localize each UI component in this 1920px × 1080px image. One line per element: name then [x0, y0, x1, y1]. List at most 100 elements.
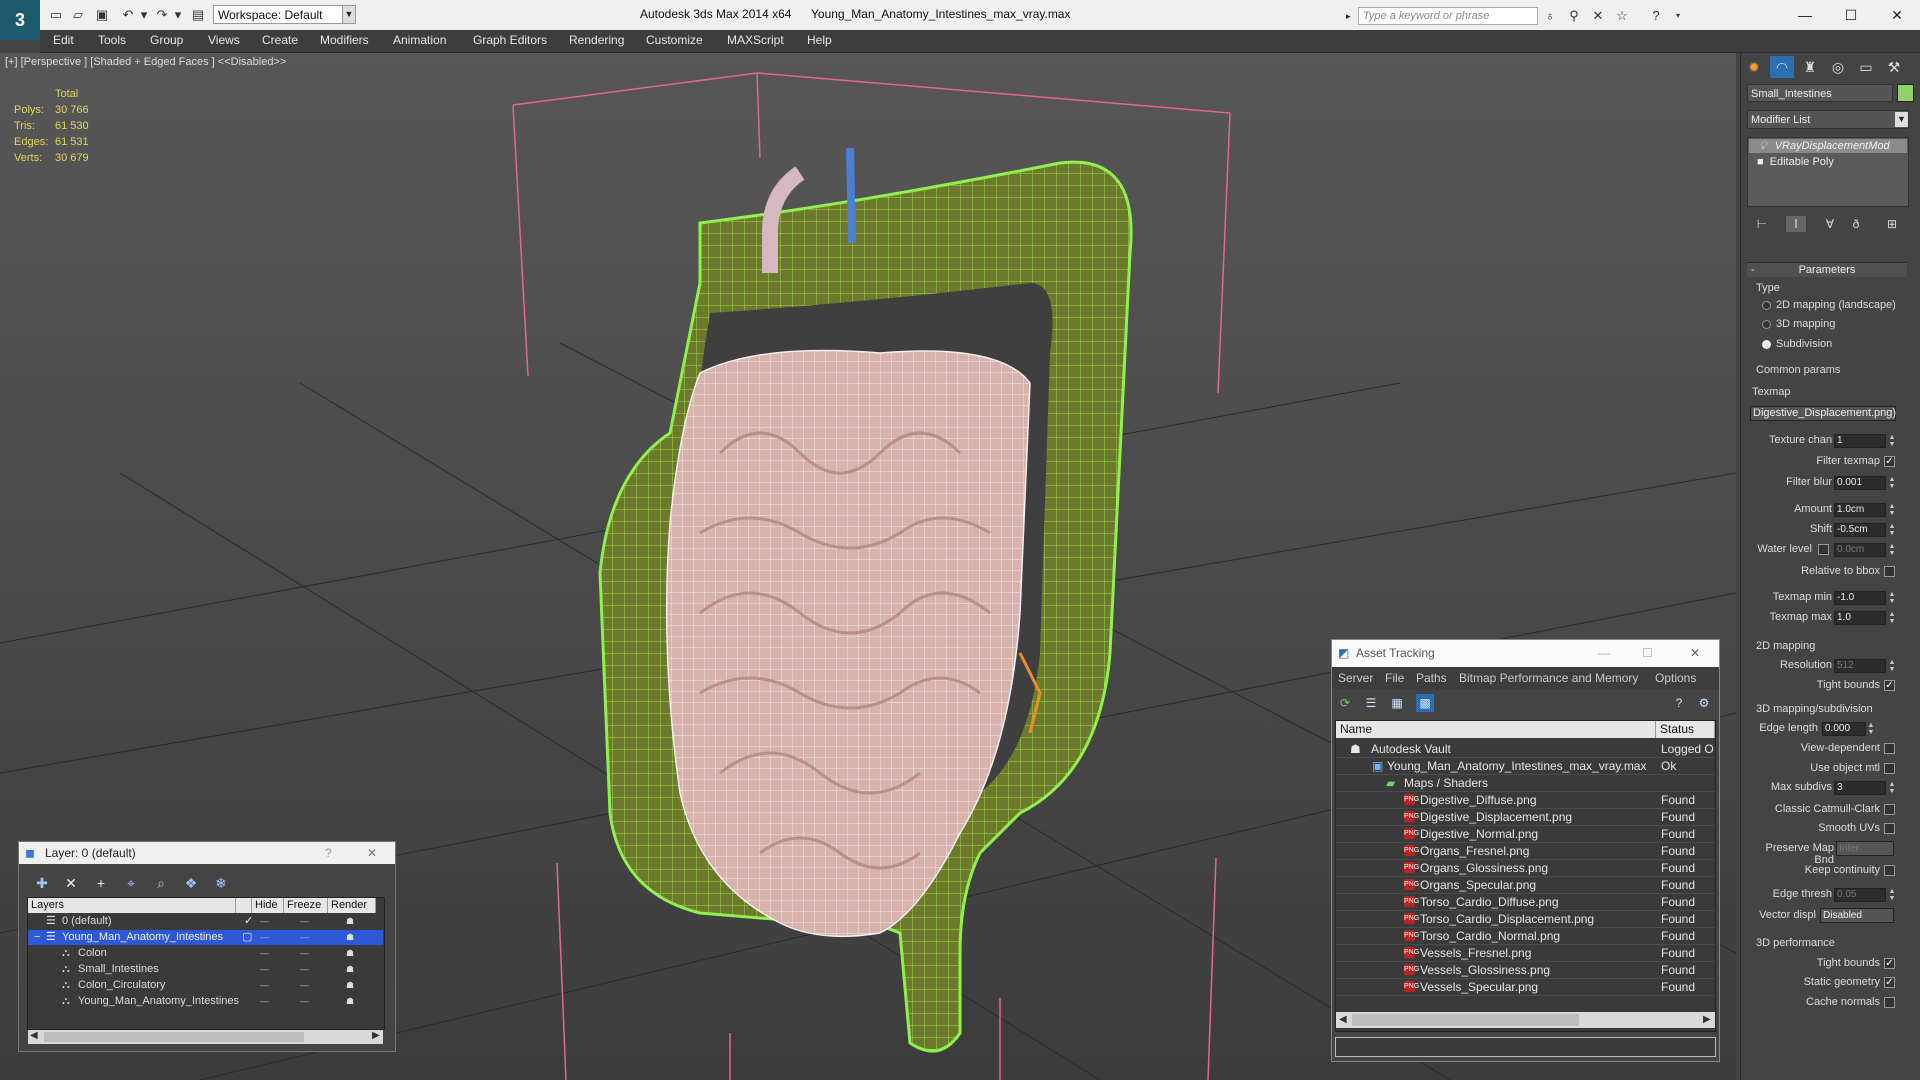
preserve-map-bnd-dropdown[interactable]: Inter: [1836, 841, 1894, 856]
vector-displ-dropdown[interactable]: Disabled: [1820, 908, 1894, 923]
asset-status-field[interactable]: [1335, 1037, 1716, 1057]
menu-group[interactable]: Group: [150, 33, 183, 47]
asset-row[interactable]: PNG Organs_Glossiness.png Found: [1336, 860, 1715, 877]
asset-row[interactable]: PNG Vessels_Fresnel.png Found: [1336, 945, 1715, 962]
display-tab-icon[interactable]: ▭: [1854, 56, 1878, 78]
save-icon[interactable]: ▣: [94, 7, 110, 23]
select-objects-icon[interactable]: ⌖: [121, 874, 141, 892]
pin-stack-icon[interactable]: ⊢: [1752, 216, 1772, 232]
asset-menu-options[interactable]: Options: [1655, 671, 1696, 685]
add-to-layer-icon[interactable]: +: [91, 874, 111, 892]
asset-row[interactable]: PNG Torso_Cardio_Displacement.png Found: [1336, 911, 1715, 928]
utilities-tab-icon[interactable]: ⚒: [1882, 56, 1906, 78]
scroll-right-icon[interactable]: ▶: [372, 1030, 380, 1041]
hierarchy-tab-icon[interactable]: ♜: [1798, 56, 1822, 78]
parameters-rollout-header[interactable]: - Parameters: [1747, 262, 1907, 277]
binoculars-icon[interactable]: ♁: [1540, 7, 1560, 25]
table-view-icon[interactable]: ▦: [1388, 694, 1406, 712]
use-object-mtl-checkbox[interactable]: [1884, 763, 1895, 774]
delete-layer-icon[interactable]: ✕: [61, 874, 81, 892]
menu-animation[interactable]: Animation: [393, 33, 446, 47]
keep-continuity-checkbox[interactable]: [1884, 865, 1895, 876]
menu-graph-editors[interactable]: Graph Editors: [473, 33, 547, 47]
remove-modifier-icon[interactable]: ð: [1846, 216, 1866, 232]
layer-col-freeze[interactable]: Freeze: [284, 898, 328, 913]
create-layer-icon[interactable]: ✚: [32, 874, 52, 892]
freeze-toggle[interactable]: —: [300, 914, 309, 929]
modify-tab-icon[interactable]: ◠: [1770, 56, 1794, 78]
modifier-list-dropdown[interactable]: Modifier List: [1747, 110, 1909, 129]
tight-bounds-2d-checkbox[interactable]: ✓: [1884, 680, 1895, 691]
layer-scrollbar-thumb[interactable]: [44, 1032, 304, 1042]
edge-thresh-spinner[interactable]: 0.05: [1834, 888, 1886, 902]
open-folder-icon[interactable]: ▱: [70, 7, 86, 23]
stack-item-vray-displacement[interactable]: 💡︎ VRayDisplacementMod: [1749, 139, 1907, 153]
asset-col-name[interactable]: Name: [1336, 721, 1656, 738]
spinner-arrows-icon[interactable]: ▲ ▼: [1888, 781, 1896, 795]
minimize-icon[interactable]: —: [1782, 4, 1828, 26]
help-icon[interactable]: ?: [1646, 7, 1666, 25]
resolution-spinner[interactable]: 512: [1834, 659, 1886, 673]
subscription-icon[interactable]: ⚲: [1564, 7, 1584, 25]
asset-row[interactable]: PNG Digestive_Normal.png Found: [1336, 826, 1715, 843]
radio-3d-mapping[interactable]: [1762, 320, 1771, 329]
highlight-layer-icon[interactable]: ⌕: [151, 874, 171, 892]
menu-modifiers[interactable]: Modifiers: [320, 33, 369, 47]
asset-tracking-titlebar[interactable]: ◩ Asset Tracking — ☐ ✕: [1332, 640, 1719, 667]
maximize-icon[interactable]: ☐: [1828, 4, 1874, 26]
relative-bbox-checkbox[interactable]: [1884, 566, 1895, 577]
perf-tight-bounds-checkbox[interactable]: ✓: [1884, 958, 1895, 969]
freeze-toggle[interactable]: —: [300, 930, 309, 945]
help-dropdown-icon[interactable]: ▾: [1668, 7, 1688, 25]
hide-all-layers-icon[interactable]: ❖: [181, 874, 201, 892]
render-teapot-icon[interactable]: ☗: [346, 914, 354, 929]
layer-col-current[interactable]: [236, 898, 252, 913]
asset-col-status[interactable]: Status: [1656, 721, 1715, 738]
redo-dropdown-icon[interactable]: ▾: [170, 7, 186, 23]
scroll-left-icon[interactable]: ◀: [1339, 1014, 1347, 1025]
hide-toggle[interactable]: —: [260, 962, 269, 977]
static-geometry-checkbox[interactable]: ✓: [1884, 977, 1895, 988]
radio-2d-mapping[interactable]: [1762, 301, 1771, 310]
max-subdivs-spinner[interactable]: 3: [1834, 781, 1886, 795]
expand-plus-icon[interactable]: ■: [1749, 156, 1770, 168]
asset-row[interactable]: PNG Organs_Fresnel.png Found: [1336, 843, 1715, 860]
layer-col-layers[interactable]: Layers: [28, 898, 236, 913]
make-unique-icon[interactable]: ∀: [1820, 216, 1840, 232]
show-end-result-icon[interactable]: Ⅰ: [1786, 216, 1806, 232]
filter-blur-spinner[interactable]: 0.001: [1834, 476, 1886, 490]
render-teapot-icon[interactable]: ☗: [346, 930, 354, 945]
asset-close-icon[interactable]: ✕: [1690, 640, 1700, 667]
asset-scrollbar-thumb[interactable]: [1352, 1014, 1579, 1026]
menu-views[interactable]: Views: [208, 33, 240, 47]
object-color-swatch[interactable]: [1897, 84, 1914, 102]
workspace-dropdown[interactable]: Workspace: Default: [213, 5, 350, 24]
shift-spinner[interactable]: -0.5cm: [1834, 523, 1886, 537]
motion-tab-icon[interactable]: ◎: [1826, 56, 1850, 78]
asset-menu-server[interactable]: Server: [1338, 671, 1373, 685]
spinner-arrows-icon[interactable]: ▲ ▼: [1888, 543, 1896, 557]
spinner-arrows-icon[interactable]: ▲ ▼: [1888, 591, 1896, 605]
asset-minimize-icon[interactable]: —: [1598, 640, 1610, 667]
freeze-toggle[interactable]: —: [300, 946, 309, 961]
spinner-arrows-icon[interactable]: ▲ ▼: [1888, 523, 1896, 537]
render-teapot-icon[interactable]: ☗: [346, 978, 354, 993]
spinner-arrows-icon[interactable]: ▲ ▼: [1888, 888, 1896, 902]
viewport-label[interactable]: [+] [Perspective ] [Shaded + Edged Faces…: [5, 56, 286, 68]
layer-dialog-titlebar[interactable]: ◼ Layer: 0 (default) ? ✕: [19, 842, 395, 864]
texmap-button[interactable]: Digestive_Displacement.png): [1750, 406, 1896, 421]
current-layer-check-icon[interactable]: ✓: [244, 914, 253, 929]
freeze-toggle[interactable]: —: [300, 978, 309, 993]
undo-icon[interactable]: ↶: [120, 7, 136, 23]
current-layer-box-icon[interactable]: ▢: [242, 930, 252, 945]
project-folder-icon[interactable]: ▤: [190, 7, 206, 23]
texmap-max-spinner[interactable]: 1.0: [1834, 611, 1886, 625]
asset-row[interactable]: PNG Digestive_Diffuse.png Found: [1336, 792, 1715, 809]
menu-tools[interactable]: Tools: [98, 33, 126, 47]
freeze-all-layers-icon[interactable]: ❄: [211, 874, 231, 892]
layer-row[interactable]: ⛬ Small_Intestines — — ☗: [28, 962, 383, 977]
layer-row[interactable]: ⛬ Young_Man_Anatomy_Intestines — — ☗: [28, 994, 383, 1009]
search-input[interactable]: Type a keyword or phrase: [1358, 7, 1538, 25]
render-teapot-icon[interactable]: ☗: [346, 962, 354, 977]
asset-settings-icon[interactable]: ⚙: [1695, 694, 1713, 712]
